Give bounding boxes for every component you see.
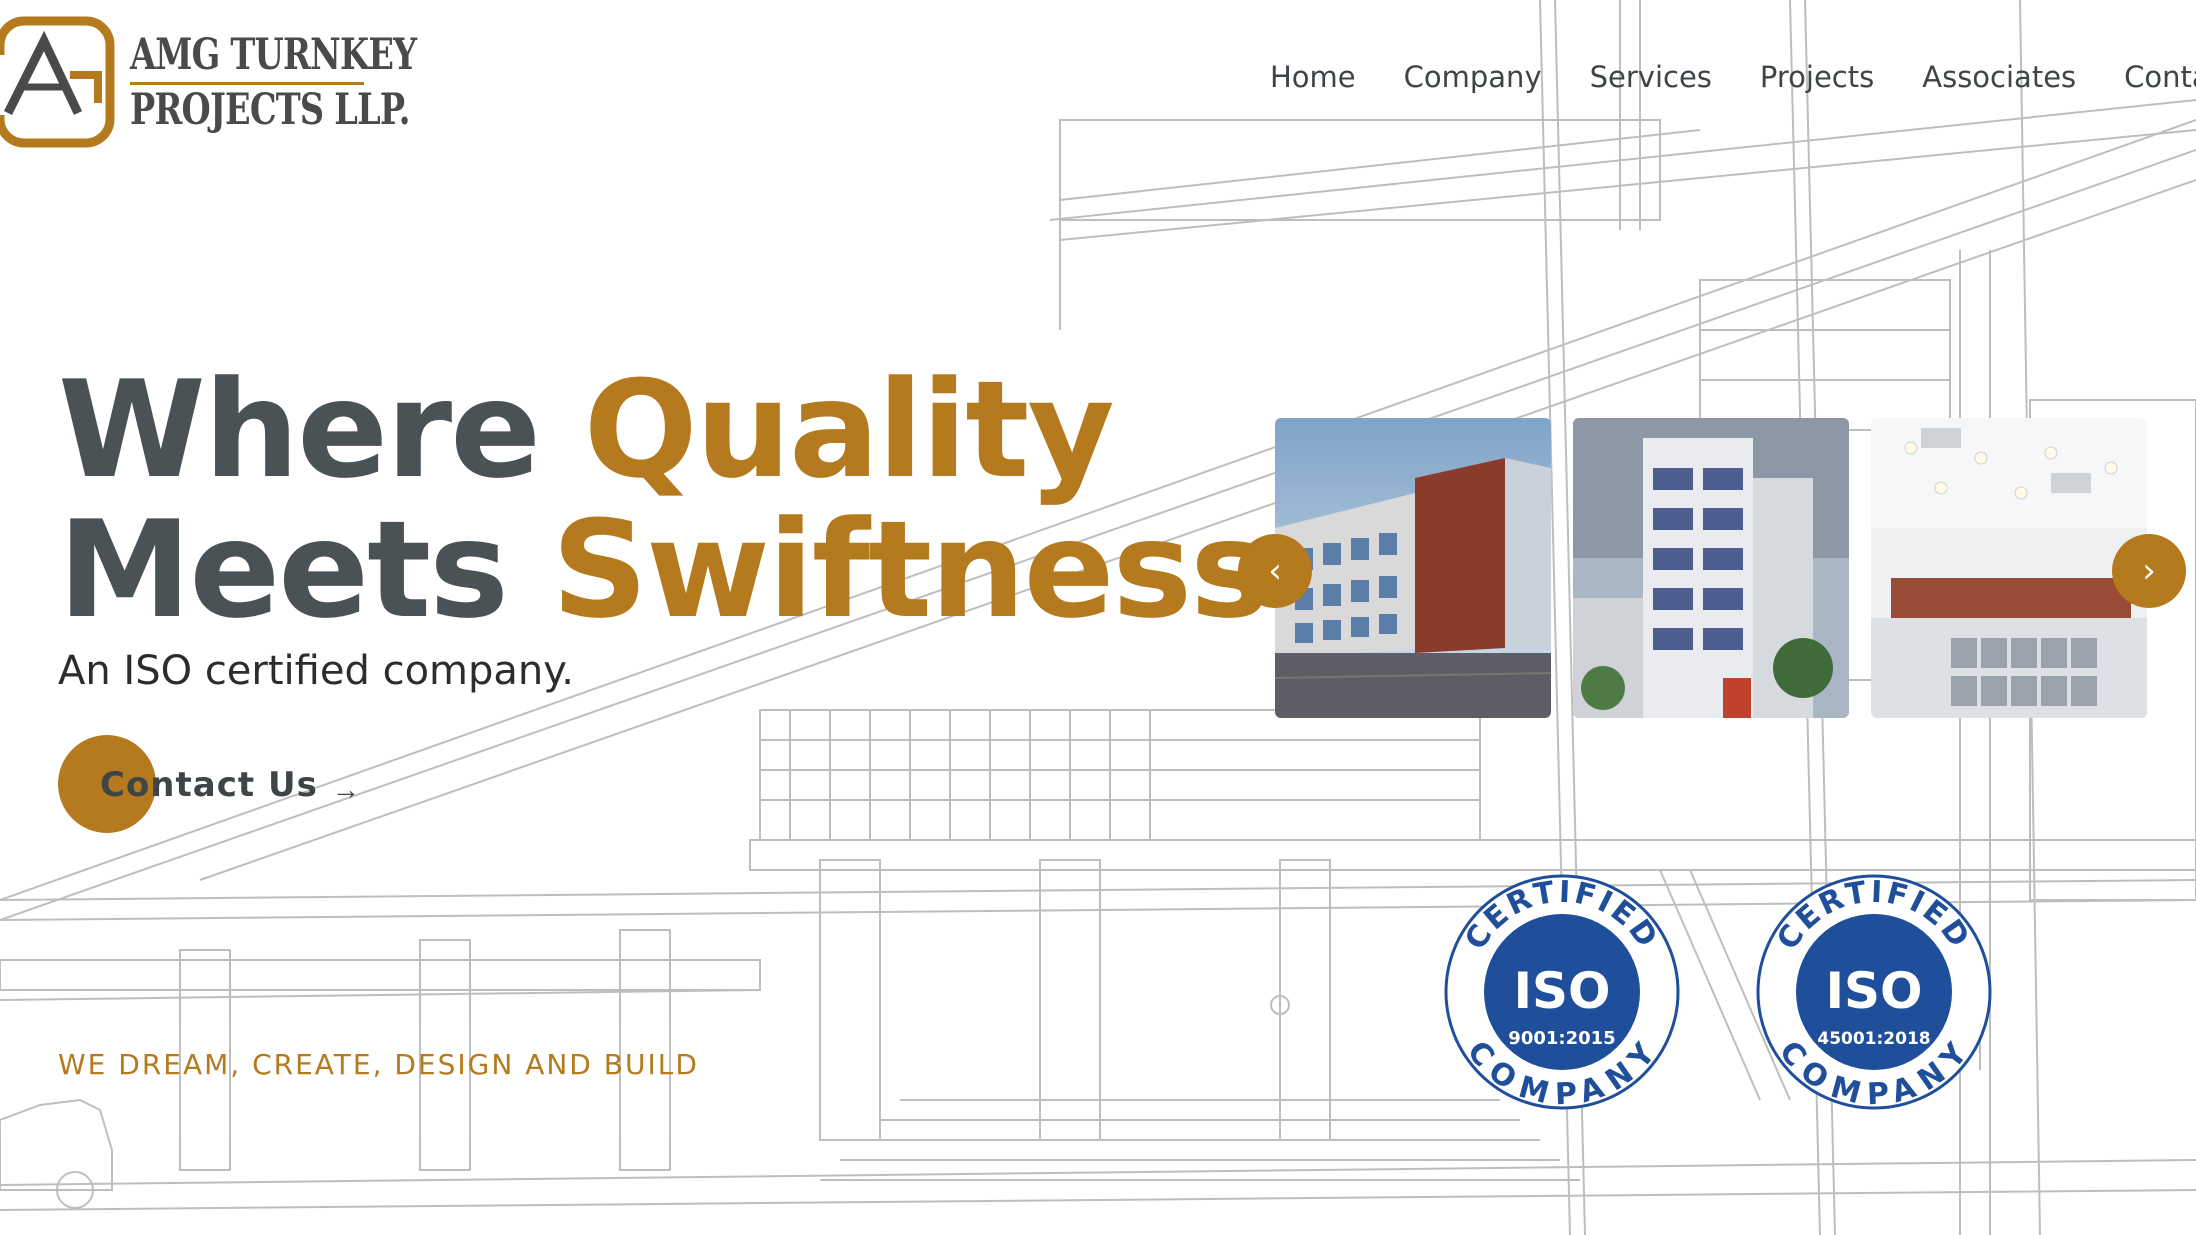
badge2-iso-text: ISO (1825, 962, 1922, 1020)
hero-subtitle: An ISO certified company. (58, 648, 574, 694)
badge1-code-text: 9001:2015 (1508, 1028, 1615, 1049)
contact-us-button[interactable]: Contact Us → (58, 735, 360, 835)
iso-9001-badge: CERTIFIED COMPANY ISO 9001:2015 (1442, 872, 1682, 1112)
chevron-right-icon: › (2142, 551, 2156, 591)
nav-home[interactable]: Home (1270, 60, 1356, 94)
project-carousel: ‹ › (1238, 418, 2196, 718)
brand-name: AMG TURNKEY PROJECTS LLP. (130, 30, 489, 135)
nav-contact[interactable]: Contact (2124, 60, 2196, 94)
interior-hall-photo[interactable] (1871, 418, 2147, 718)
brand-name-line2: PROJECTS LLP. (130, 84, 410, 135)
badge2-code-text: 45001:2018 (1817, 1029, 1930, 1049)
hero-tagline: WE DREAM, CREATE, DESIGN AND BUILD (58, 1048, 699, 1081)
carousel-next-button[interactable]: › (2112, 534, 2186, 608)
chevron-left-icon: ‹ (1268, 551, 1282, 591)
hero-headline: Where Quality Meets Swiftness. (58, 360, 1319, 640)
hero-title-accent1: Quality (583, 352, 1115, 508)
iso-45001-badge: CERTIFIED COMPANY ISO 45001:2018 (1754, 872, 1994, 1112)
contact-us-label: Contact Us (100, 765, 318, 805)
nav-company[interactable]: Company (1404, 60, 1542, 94)
main-nav: Home Company Services Projects Associate… (1270, 60, 2196, 94)
amg-logo-mark-icon (0, 15, 118, 149)
hero-title-part2: Meets (58, 492, 552, 648)
brand-logo[interactable]: AMG TURNKEY PROJECTS LLP. (0, 12, 420, 152)
hero-title-part1: Where (58, 352, 584, 508)
nav-associates[interactable]: Associates (1922, 60, 2076, 94)
hero-title-accent2: Swiftness. (551, 492, 1319, 648)
tower-building-photo[interactable] (1573, 418, 1849, 718)
badge1-iso-text: ISO (1513, 962, 1610, 1020)
nav-services[interactable]: Services (1590, 60, 1712, 94)
brand-name-line1: AMG TURNKEY (130, 30, 417, 85)
arrow-right-icon: → (331, 774, 360, 805)
office-building-photo[interactable] (1275, 418, 1551, 718)
carousel-prev-button[interactable]: ‹ (1238, 534, 1312, 608)
nav-projects[interactable]: Projects (1760, 60, 1874, 94)
